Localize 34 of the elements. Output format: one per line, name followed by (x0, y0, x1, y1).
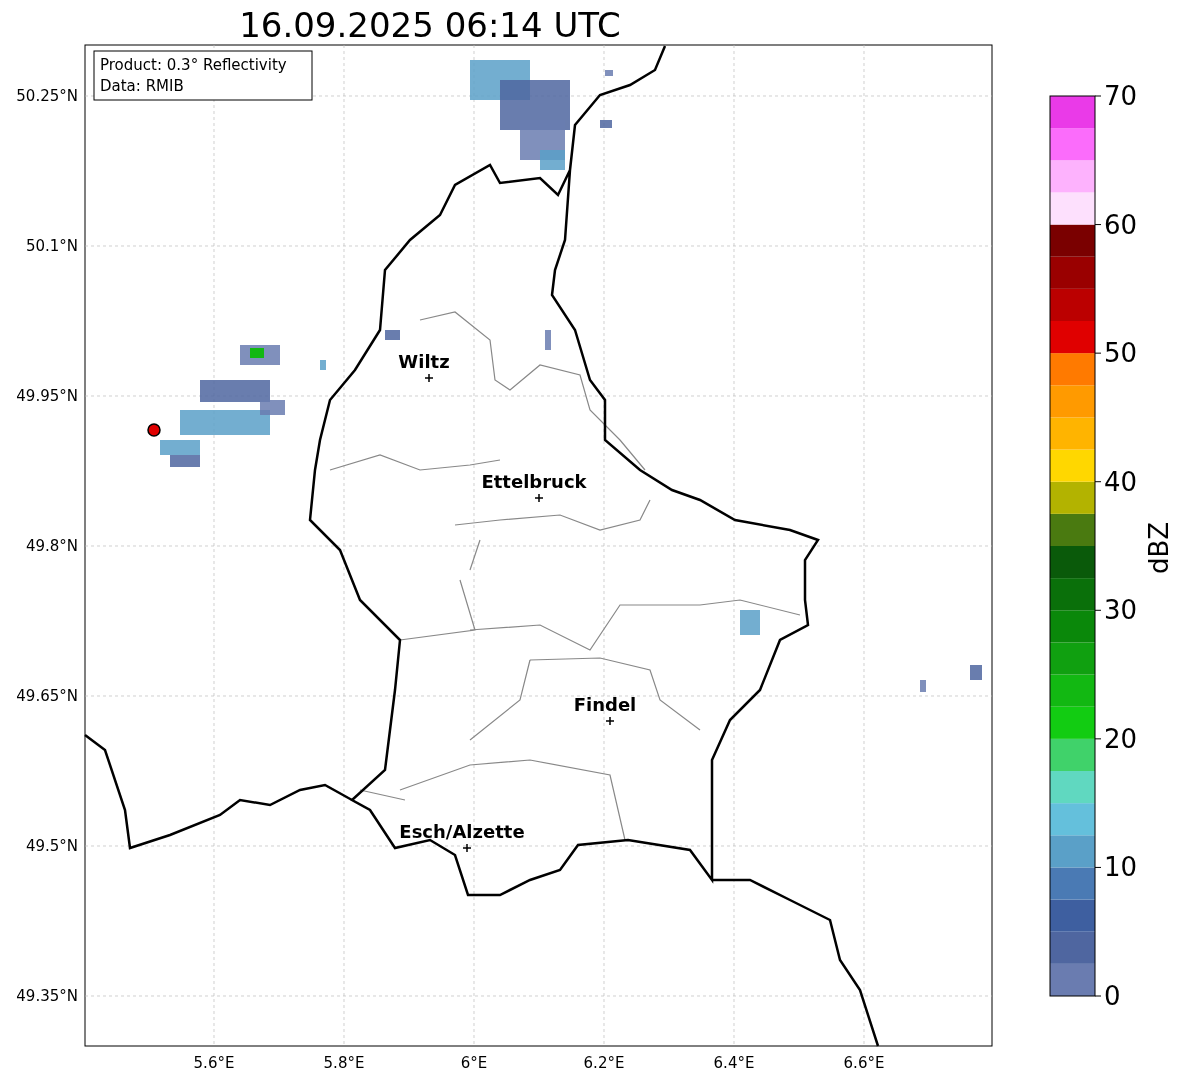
longitude-label: 6.6°E (843, 1054, 885, 1072)
colorbar-label: dBZ (1144, 521, 1174, 575)
colorbar-tick-label: 20 (1104, 723, 1138, 754)
colorbar-tick-label: 30 (1104, 595, 1138, 626)
longitude-label: 6°E (460, 1054, 488, 1072)
city-label: Wiltz (398, 351, 450, 372)
colorbar-tick-label: 50 (1104, 338, 1138, 369)
colorbar-tick-label: 60 (1104, 209, 1138, 240)
colorbar-tick-label: 70 (1104, 81, 1138, 111)
radar-site-icon (147, 423, 161, 437)
latitude-label: 49.35°N (16, 987, 78, 1005)
city-label: Esch/Alzette (399, 821, 525, 842)
latitude-label: 49.8°N (25, 537, 78, 555)
colorbar-tick-label: 40 (1104, 466, 1138, 497)
city-marker-icon (462, 843, 472, 853)
chart-title: 16.09.2025 06:14 UTC (239, 5, 621, 45)
city-label: Ettelbruck (481, 471, 587, 492)
colorbar-tick-label: 10 (1104, 852, 1138, 883)
longitude-label: 5.8°E (323, 1054, 365, 1072)
city-marker-icon (534, 493, 544, 503)
colorbar-tick-label: 0 (1104, 981, 1121, 1011)
latitude-label: 50.25°N (16, 87, 78, 105)
info-text: Data: RMIB (100, 77, 184, 95)
latitude-label: 49.65°N (16, 687, 78, 705)
latitude-label: 49.5°N (25, 837, 78, 855)
latitude-label: 49.95°N (16, 387, 78, 405)
longitude-label: 6.4°E (713, 1054, 755, 1072)
longitude-label: 5.6°E (193, 1054, 235, 1072)
city-label: Findel (573, 694, 637, 715)
city-marker-icon (424, 373, 434, 383)
city-marker-icon (605, 716, 615, 726)
latitude-label: 50.1°N (25, 237, 78, 255)
info-text: Product: 0.3° Reflectivity (100, 56, 287, 74)
longitude-label: 6.2°E (583, 1054, 625, 1072)
